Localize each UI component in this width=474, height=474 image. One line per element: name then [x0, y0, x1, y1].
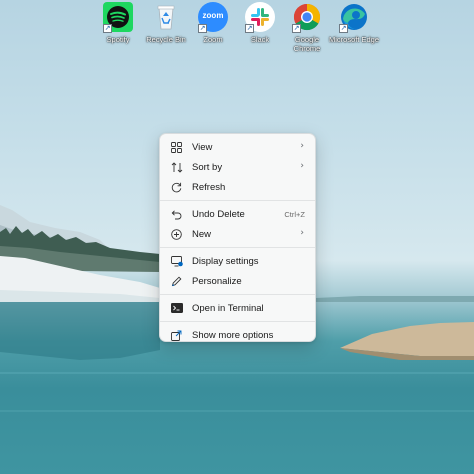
- desktop-icon-label: Spotify: [106, 35, 130, 44]
- terminal-icon: [170, 302, 183, 315]
- menu-item-show-more-options[interactable]: Show more options: [164, 325, 311, 345]
- chevron-right-icon: ›: [300, 161, 304, 171]
- desktop-icons: ↗ Spotify Recycle Bin zoom ↗ Zoom ↗ Slac…: [0, 0, 474, 60]
- menu-item-label: New: [192, 228, 212, 240]
- desktop-icon-label: Zoom: [203, 35, 223, 44]
- menu-item-personalize[interactable]: Personalize: [164, 271, 311, 291]
- shortcut-arrow-icon: ↗: [339, 24, 348, 33]
- menu-separator: [160, 247, 315, 248]
- chrome-icon: ↗: [292, 2, 322, 33]
- share-icon: [170, 329, 183, 342]
- shortcut-arrow-icon: ↗: [245, 24, 254, 33]
- recycle-bin-icon: [151, 2, 181, 32]
- refresh-icon: [170, 181, 183, 194]
- menu-item-label: Display settings: [192, 255, 259, 267]
- desktop-icon-zoom[interactable]: zoom ↗ Zoom: [187, 2, 239, 44]
- grid-view-icon: [170, 141, 183, 154]
- menu-item-label: Personalize: [192, 275, 242, 287]
- plus-circle-icon: [170, 228, 183, 241]
- sort-icon: [170, 161, 183, 174]
- menu-separator: [160, 200, 315, 201]
- pencil-icon: [170, 275, 183, 288]
- undo-icon: [170, 208, 183, 221]
- chevron-right-icon: ›: [300, 141, 304, 151]
- display-icon: [170, 255, 183, 268]
- menu-item-label: Open in Terminal: [192, 302, 264, 314]
- shortcut-arrow-icon: ↗: [103, 24, 112, 33]
- menu-item-label: Refresh: [192, 181, 226, 193]
- menu-item-label: Sort by: [192, 161, 223, 173]
- spotify-icon: ↗: [103, 2, 133, 33]
- desktop-icon-slack[interactable]: ↗ Slack: [234, 2, 286, 44]
- desktop-icon-label: Recycle Bin: [146, 35, 186, 44]
- menu-item-label: Show more options: [192, 329, 274, 341]
- menu-item-view[interactable]: View ›: [164, 137, 311, 157]
- menu-item-sort-by[interactable]: Sort by ›: [164, 157, 311, 177]
- desktop-icon-chrome[interactable]: ↗ Google Chrome: [281, 2, 333, 53]
- shortcut-arrow-icon: ↗: [198, 24, 207, 33]
- edge-icon: ↗: [339, 2, 369, 33]
- menu-item-display-settings[interactable]: Display settings: [164, 251, 311, 271]
- zoom-icon: zoom ↗: [198, 2, 228, 33]
- shortcut-arrow-icon: ↗: [292, 24, 301, 33]
- desktop-icon-label: Slack: [250, 35, 270, 44]
- slack-icon: ↗: [245, 2, 275, 33]
- menu-item-open-in-terminal[interactable]: Open in Terminal: [164, 298, 311, 318]
- menu-item-undo-delete[interactable]: Undo Delete Ctrl+Z: [164, 204, 311, 224]
- keyboard-shortcut: Ctrl+Z: [284, 210, 305, 219]
- menu-separator: [160, 321, 315, 322]
- desktop-background[interactable]: ↗ Spotify Recycle Bin zoom ↗ Zoom ↗ Slac…: [0, 0, 474, 474]
- desktop-context-menu: View › Sort by › Refresh Undo Delete Ctr…: [159, 133, 316, 342]
- zoom-logo-text: zoom: [202, 11, 224, 20]
- desktop-icon-recycle-bin[interactable]: Recycle Bin: [140, 2, 192, 44]
- desktop-icon-label: Google Chrome: [293, 35, 321, 53]
- desktop-icon-edge[interactable]: ↗ Microsoft Edge: [328, 2, 380, 44]
- desktop-icon-spotify[interactable]: ↗ Spotify: [92, 2, 144, 44]
- menu-separator: [160, 294, 315, 295]
- desktop-icon-label: Microsoft Edge: [328, 35, 380, 44]
- menu-item-label: View: [192, 141, 213, 153]
- menu-item-refresh[interactable]: Refresh: [164, 177, 311, 197]
- menu-item-new[interactable]: New ›: [164, 224, 311, 244]
- chevron-right-icon: ›: [300, 228, 304, 238]
